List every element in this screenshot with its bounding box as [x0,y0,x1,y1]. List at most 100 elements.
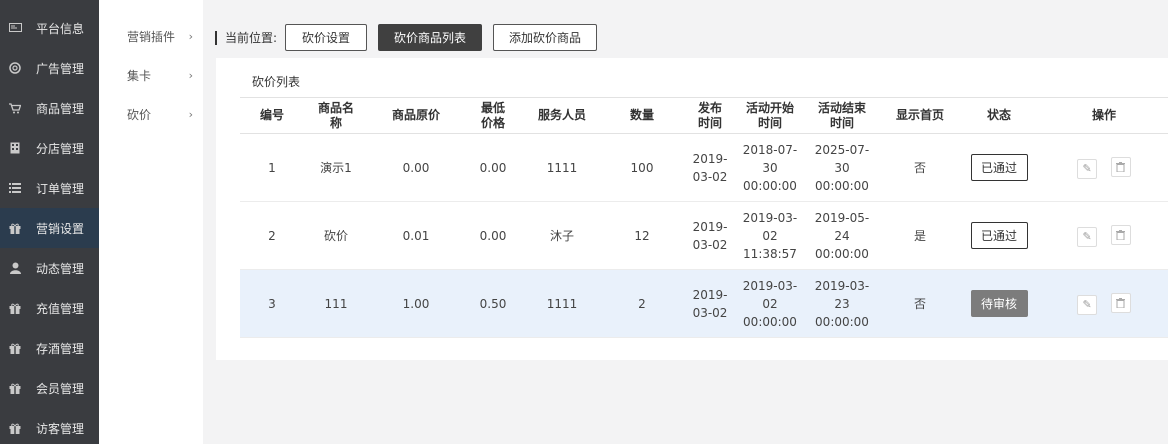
add-bargain-product-button[interactable]: 添加砍价商品 [493,24,598,51]
header-min-price: 最低价格 [464,97,522,134]
delete-icon[interactable] [1110,292,1131,313]
header-actions: 操作 [1040,97,1168,134]
cell-original-price: 0.00 [368,133,464,202]
header-start-time: 活动开始时间 [738,97,802,134]
target-icon [8,61,22,75]
sidebar-item-platform-info[interactable]: 平台信息 [0,8,99,48]
bargain-product-list-button[interactable]: 砍价商品列表 [378,24,483,51]
sidebar-item-product[interactable]: 商品管理 [0,88,99,128]
delete-icon[interactable] [1110,224,1131,245]
breadcrumb-label: 当前位置: [225,31,278,45]
cell-product-name: 111 [304,269,368,338]
cell-min-price: 0.00 [464,201,522,270]
cell-end-time: 2025-07-30 00:00:00 [802,133,882,202]
status-badge[interactable]: 已通过 [970,154,1028,181]
cell-actions: ✎ [1040,269,1168,338]
cell-show-home: 是 [882,201,958,270]
cell-quantity: 100 [602,133,682,202]
header-original-price: 商品原价 [368,97,464,134]
sidebar-item-label: 分店管理 [36,141,85,156]
table-row: 3 111 1.00 0.50 1111 2 2019-03-02 2019-0… [240,269,1168,338]
sidebar-item-wine-storage[interactable]: 存酒管理 [0,328,99,368]
edit-icon[interactable]: ✎ [1077,226,1098,247]
sidebar-item-label: 商品管理 [36,101,85,116]
gift-icon [8,221,22,235]
status-badge[interactable]: 已通过 [970,222,1028,249]
gift-icon [8,381,22,395]
bargain-settings-button[interactable]: 砍价设置 [285,24,368,51]
edit-icon[interactable]: ✎ [1077,158,1098,179]
cell-start-time: 2018-07-30 00:00:00 [738,133,802,202]
main-sidebar: 平台信息 广告管理 商品管理 分店管理 订单管理 营销设置 动态管理 充值管理 … [0,0,99,444]
cell-show-home: 否 [882,133,958,202]
list-icon [8,181,22,195]
header-show-home: 显示首页 [882,97,958,134]
cell-actions: ✎ [1040,201,1168,270]
cell-id: 1 [240,133,304,202]
breadcrumb-marker [215,30,217,45]
sidebar-item-recharge[interactable]: 充值管理 [0,288,99,328]
cell-quantity: 12 [602,201,682,270]
cell-start-time: 2019-03-02 11:38:57 [738,201,802,270]
cell-staff: 沐子 [522,201,602,270]
sidebar-item-label: 营销设置 [36,221,85,236]
sidebar-item-label: 订单管理 [36,181,85,196]
sidebar-item-ad[interactable]: 广告管理 [0,48,99,88]
cell-end-time: 2019-03-23 00:00:00 [802,269,882,338]
cell-original-price: 0.01 [368,201,464,270]
sidebar-item-order[interactable]: 订单管理 [0,168,99,208]
cell-show-home: 否 [882,269,958,338]
chevron-right-icon: › [188,29,193,43]
cell-actions: ✎ [1040,133,1168,202]
submenu-item-card-collect[interactable]: 集卡 › [99,63,203,87]
cell-product-name: 演示1 [304,133,368,202]
chevron-right-icon: › [188,68,193,82]
delete-icon[interactable] [1110,156,1131,177]
gift-icon [8,341,22,355]
gift-icon [8,421,22,435]
chevron-right-icon: › [188,107,193,121]
sub-sidebar: 营销插件 › 集卡 › 砍价 › [99,0,203,444]
sidebar-item-store[interactable]: 分店管理 [0,128,99,168]
table-header-row: 编号 商品名称 商品原价 最低价格 服务人员 数量 发布时间 活动开始时间 活动… [240,97,1168,134]
cart-icon [8,101,22,115]
table-row: 2 砍价 0.01 0.00 沐子 12 2019-03-02 2019-03-… [240,201,1168,270]
table-row: 1 演示1 0.00 0.00 1111 100 2019-03-02 2018… [240,133,1168,202]
cell-id: 2 [240,201,304,270]
sidebar-item-dynamic[interactable]: 动态管理 [0,248,99,288]
breadcrumb: 当前位置: 砍价设置 砍价商品列表 添加砍价商品 [215,24,608,51]
sidebar-item-member[interactable]: 会员管理 [0,368,99,408]
cell-publish-time: 2019-03-02 [682,133,738,202]
cell-status: 已通过 [958,133,1040,202]
panel-title: 砍价列表 [252,75,301,89]
app-root: 平台信息 广告管理 商品管理 分店管理 订单管理 营销设置 动态管理 充值管理 … [0,0,1168,444]
cell-min-price: 0.50 [464,269,522,338]
cell-publish-time: 2019-03-02 [682,269,738,338]
cell-start-time: 2019-03-02 00:00:00 [738,269,802,338]
header-id: 编号 [240,97,304,134]
sidebar-item-visitor[interactable]: 访客管理 [0,408,99,444]
user-icon [8,261,22,275]
edit-icon[interactable]: ✎ [1077,294,1098,315]
sidebar-item-marketing[interactable]: 营销设置 [0,208,99,248]
cell-status: 待审核 [958,269,1040,338]
cell-end-time: 2019-05-24 00:00:00 [802,201,882,270]
cell-staff: 1111 [522,269,602,338]
submenu-item-label: 砍价 [127,107,152,122]
status-badge[interactable]: 待审核 [970,290,1028,317]
cell-min-price: 0.00 [464,133,522,202]
gift-icon [8,301,22,315]
header-status: 状态 [958,97,1040,134]
monitor-icon [8,21,22,35]
submenu-item-marketing-plugin[interactable]: 营销插件 › [99,24,203,48]
sidebar-item-label: 会员管理 [36,381,85,396]
sidebar-item-label: 平台信息 [36,21,85,36]
header-publish-time: 发布时间 [682,97,738,134]
header-staff: 服务人员 [522,97,602,134]
cell-staff: 1111 [522,133,602,202]
sidebar-item-label: 存酒管理 [36,341,85,356]
bargain-list-panel: 砍价列表 编号 商品名称 商品原价 最低价格 服务人员 数量 发布时间 活动开始… [216,58,1168,360]
submenu-item-bargain[interactable]: 砍价 › [99,102,203,126]
cell-id: 3 [240,269,304,338]
header-quantity: 数量 [602,97,682,134]
